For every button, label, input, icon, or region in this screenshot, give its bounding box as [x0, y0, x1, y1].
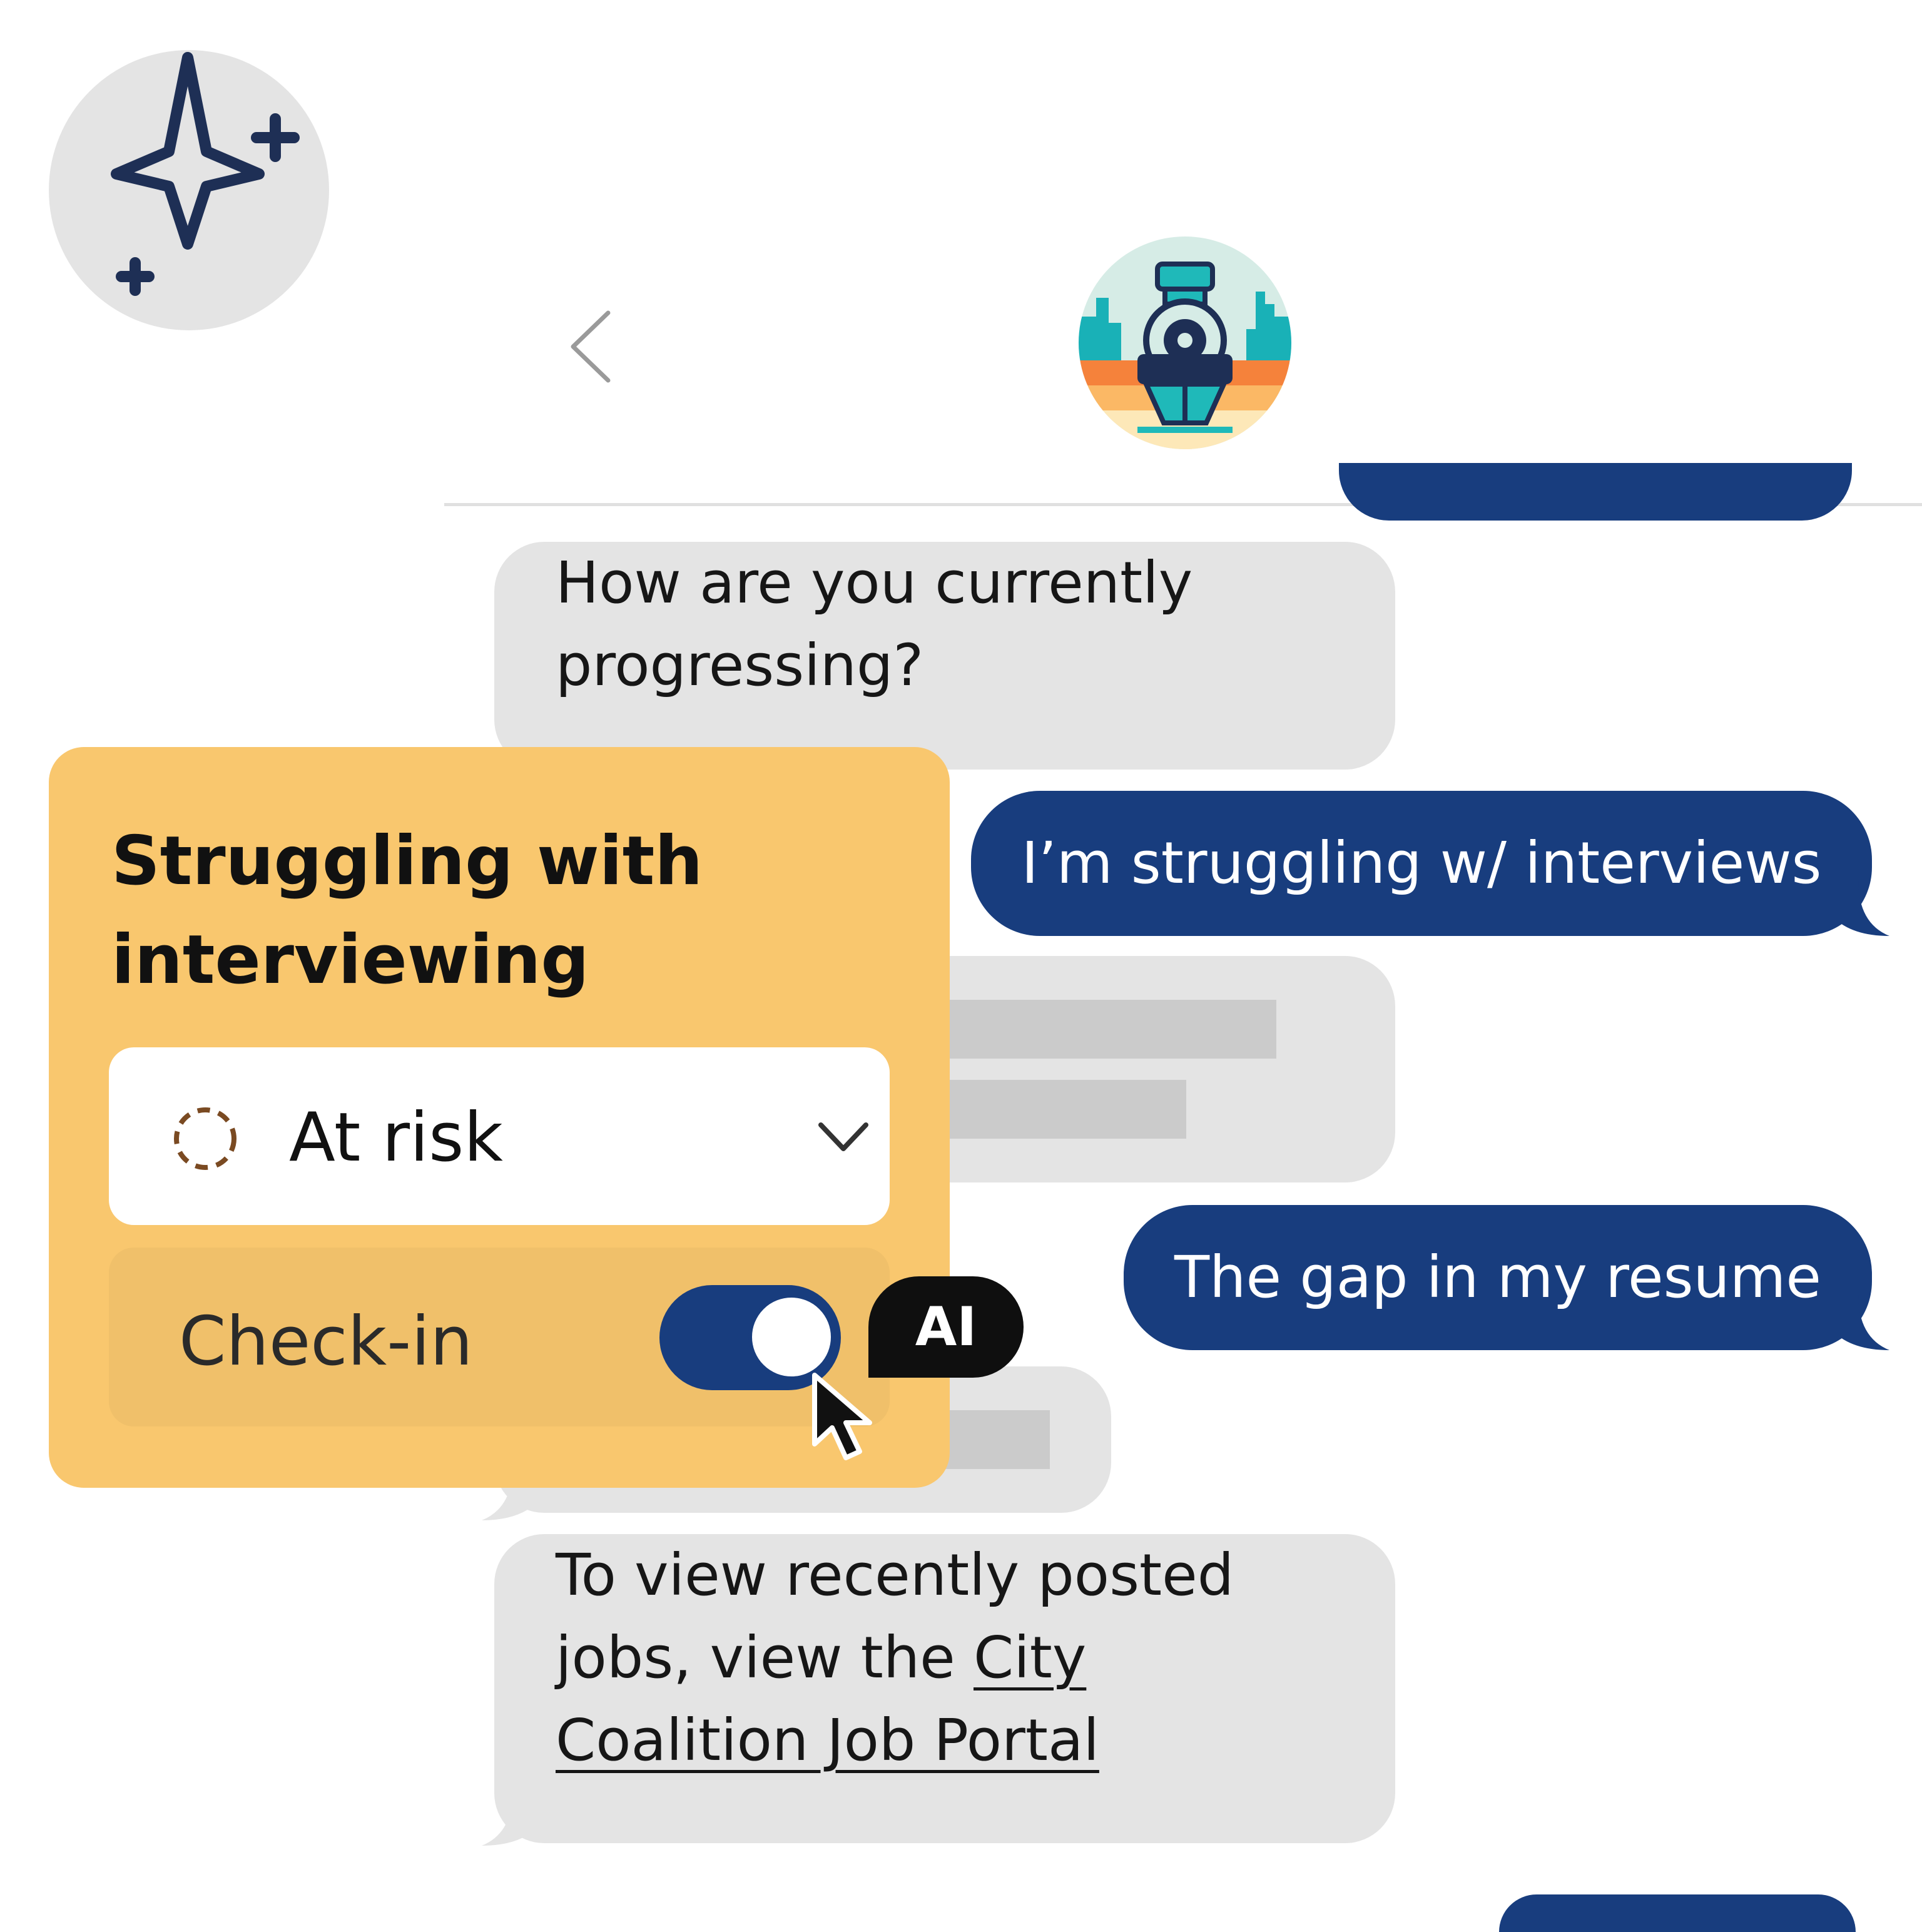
message-outgoing: The gap in my resume	[1124, 1205, 1872, 1350]
checkin-label: Check-in	[179, 1303, 473, 1381]
bubble-tail	[1833, 880, 1889, 936]
bubble-tail	[1833, 1294, 1889, 1350]
message-text-line: progressing?	[556, 632, 924, 699]
back-button[interactable]	[556, 300, 631, 388]
ai-badge: AI	[868, 1276, 1024, 1378]
message-outgoing: I’m struggling w/ interviews	[971, 791, 1872, 936]
goal-title: Struggling with interviewing	[111, 812, 862, 1010]
message-text: jobs, view the	[556, 1624, 974, 1691]
previous-message-bubble	[1339, 463, 1852, 521]
next-message-bubble	[1499, 1894, 1856, 1932]
message-text: The gap in my resume	[1174, 1244, 1822, 1311]
job-portal-link[interactable]: Coalition Job Portal	[556, 1707, 1099, 1774]
goal-title-line: Struggling with	[111, 822, 703, 900]
status-dropdown[interactable]: At risk	[109, 1047, 890, 1225]
job-portal-link[interactable]: City	[974, 1624, 1086, 1691]
organization-avatar	[1077, 235, 1293, 450]
sparkle-icon	[111, 52, 300, 296]
toggle-knob	[748, 1294, 835, 1380]
chevron-left-icon	[571, 310, 611, 383]
message-text-line: How are you currently	[556, 549, 1193, 616]
message-text-line: Coalition Job Portal	[556, 1699, 1334, 1782]
message-incoming: To view recently posted jobs, view the C…	[494, 1534, 1395, 1843]
status-value: At risk	[289, 1099, 503, 1177]
goal-title-line: interviewing	[111, 921, 589, 999]
train-avatar-icon	[1079, 236, 1291, 449]
message-text-line: To view recently posted	[556, 1542, 1234, 1609]
ai-assist-button[interactable]	[49, 50, 329, 330]
chevron-down-icon	[818, 1122, 868, 1151]
dashed-circle-icon	[174, 1107, 236, 1170]
mouse-pointer-icon	[812, 1373, 872, 1460]
message-text-line: jobs, view the City	[556, 1617, 1334, 1699]
message-incoming: How are you currently progressing?	[494, 542, 1395, 770]
bubble-tail	[482, 1789, 538, 1846]
message-text: I’m struggling w/ interviews	[1021, 830, 1822, 897]
